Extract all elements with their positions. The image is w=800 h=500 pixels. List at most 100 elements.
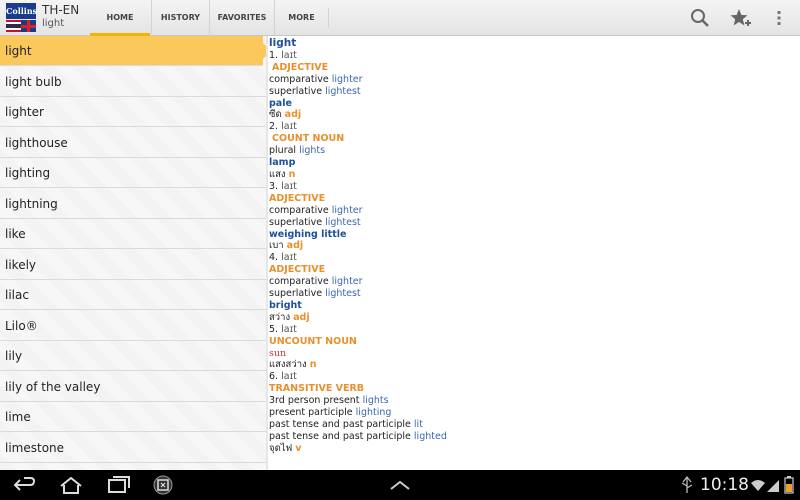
inflection-label: past tense and past participle bbox=[269, 430, 411, 442]
signal-icon bbox=[766, 474, 780, 496]
thai-word: สว่าง bbox=[269, 311, 291, 323]
pronunciation: laɪt bbox=[281, 121, 297, 133]
inflection-label: superlative bbox=[269, 216, 323, 228]
current-word-subtitle: light bbox=[42, 18, 65, 29]
back-icon[interactable] bbox=[12, 474, 38, 496]
inflection-link[interactable]: lighting bbox=[356, 407, 392, 418]
thai-word: แสง bbox=[269, 168, 286, 180]
tab-divider bbox=[328, 8, 329, 28]
dictionary-title: TH-EN bbox=[42, 3, 80, 17]
list-item[interactable]: limestone bbox=[0, 433, 266, 463]
home-icon[interactable] bbox=[58, 474, 84, 496]
pronunciation: laɪt bbox=[281, 323, 297, 335]
uk-flag-icon bbox=[21, 20, 36, 32]
inflection-label: superlative bbox=[269, 288, 323, 300]
thai-pos: v bbox=[295, 442, 302, 454]
inflection-link[interactable]: lights bbox=[299, 145, 325, 156]
thai-pos: adj bbox=[284, 109, 302, 121]
thai-word: ซีด bbox=[269, 109, 282, 121]
part-of-speech: UNCOUNT NOUN bbox=[269, 335, 357, 347]
sense-number: 6. bbox=[269, 371, 279, 383]
overflow-menu-icon[interactable] bbox=[767, 6, 791, 30]
thai-word: จุดไฟ bbox=[269, 442, 293, 454]
inflection-label: comparative bbox=[269, 73, 329, 85]
pane-divider bbox=[266, 36, 268, 470]
tab-favorites[interactable]: FAVORITES bbox=[209, 0, 274, 36]
inflection-label: plural bbox=[269, 145, 297, 157]
thai-pos: adj bbox=[286, 240, 304, 252]
tab-history[interactable]: HISTORY bbox=[151, 0, 209, 36]
tab-more[interactable]: MORE bbox=[274, 0, 328, 36]
word-list[interactable]: light light bulb lighter lighthouse ligh… bbox=[0, 36, 266, 470]
inflection-link[interactable]: lights bbox=[363, 395, 389, 406]
clock: 10:18 bbox=[700, 475, 749, 495]
list-item[interactable]: lighter bbox=[0, 97, 266, 127]
thai-word: แสงสว่าง bbox=[269, 359, 307, 371]
part-of-speech: TRANSITIVE VERB bbox=[269, 383, 365, 395]
list-item[interactable]: lily of the valley bbox=[0, 372, 266, 402]
inflection-label: past tense and past participle bbox=[269, 419, 411, 430]
screenshot-icon[interactable] bbox=[152, 474, 178, 496]
headword: light bbox=[269, 38, 297, 49]
thai-pos: n bbox=[309, 359, 317, 371]
dictionary-entry[interactable]: light 1. laɪt ADJECTIVE comparative ligh… bbox=[269, 38, 794, 468]
sense-number: 4. bbox=[269, 252, 279, 264]
chevron-up-icon[interactable] bbox=[387, 474, 413, 496]
translation: weighing little bbox=[269, 228, 347, 240]
thai-flag-icon bbox=[6, 20, 21, 32]
inflection-label: present participle bbox=[269, 407, 353, 419]
list-item[interactable]: likely bbox=[0, 250, 266, 280]
usb-icon bbox=[674, 474, 700, 496]
tab-home[interactable]: HOME bbox=[90, 0, 150, 36]
action-bar: Collins TH-EN light HOME HISTORY FAVORIT… bbox=[0, 0, 800, 36]
inflection-link[interactable]: lighter bbox=[332, 205, 363, 216]
inflection-link[interactable]: lighter bbox=[332, 276, 363, 287]
inflection-label: comparative bbox=[269, 204, 329, 216]
list-item[interactable]: lighting bbox=[0, 158, 266, 188]
thai-pos: n bbox=[288, 168, 296, 180]
list-item-selected[interactable]: light bbox=[0, 36, 266, 66]
inflection-label: comparative bbox=[269, 276, 329, 288]
wifi-icon bbox=[750, 474, 766, 496]
collins-logo: Collins bbox=[6, 3, 37, 19]
system-nav-bar: 10:18 bbox=[0, 470, 800, 500]
list-item[interactable]: like bbox=[0, 219, 266, 249]
inflection-link[interactable]: lighted bbox=[414, 431, 447, 442]
translation: lamp bbox=[269, 157, 296, 169]
sense-number: 3. bbox=[269, 180, 279, 192]
list-item[interactable]: lightning bbox=[0, 189, 266, 219]
inflection-link[interactable]: lightest bbox=[325, 288, 361, 299]
part-of-speech: COUNT NOUN bbox=[272, 133, 345, 145]
part-of-speech: ADJECTIVE bbox=[269, 264, 326, 276]
part-of-speech: ADJECTIVE bbox=[269, 192, 326, 204]
list-item[interactable]: lime bbox=[0, 402, 266, 432]
sense-number: 5. bbox=[269, 323, 279, 335]
translation: bright bbox=[269, 299, 302, 311]
list-item[interactable]: lilac bbox=[0, 280, 266, 310]
inflection-link[interactable]: lighter bbox=[332, 74, 363, 85]
list-item[interactable]: light bulb bbox=[0, 67, 266, 97]
translation: sun bbox=[269, 347, 287, 359]
pronunciation: laɪt bbox=[281, 371, 297, 383]
inflection-link[interactable]: lightest bbox=[325, 217, 361, 228]
list-item[interactable]: Lilo® bbox=[0, 311, 266, 341]
inflection-link[interactable]: lit bbox=[414, 419, 423, 430]
star-plus-icon[interactable] bbox=[728, 6, 752, 30]
recent-apps-icon[interactable] bbox=[106, 474, 132, 496]
part-of-speech: ADJECTIVE bbox=[272, 61, 329, 73]
sense-number: 1. bbox=[269, 49, 279, 61]
inflection-label: superlative bbox=[269, 85, 323, 97]
inflection-link[interactable]: lightest bbox=[325, 86, 361, 97]
pronunciation: laɪt bbox=[281, 49, 297, 61]
sense-number: 2. bbox=[269, 121, 279, 133]
list-item[interactable]: lighthouse bbox=[0, 128, 266, 158]
inflection-label: 3rd person present bbox=[269, 395, 360, 407]
list-item[interactable]: lily bbox=[0, 341, 266, 371]
search-icon[interactable] bbox=[688, 6, 712, 30]
thai-word: เบา bbox=[269, 240, 284, 252]
battery-icon bbox=[782, 474, 796, 496]
pronunciation: laɪt bbox=[281, 180, 297, 192]
app-logo[interactable]: Collins bbox=[6, 3, 37, 33]
translation: pale bbox=[269, 97, 292, 109]
thai-pos: adj bbox=[293, 311, 310, 323]
